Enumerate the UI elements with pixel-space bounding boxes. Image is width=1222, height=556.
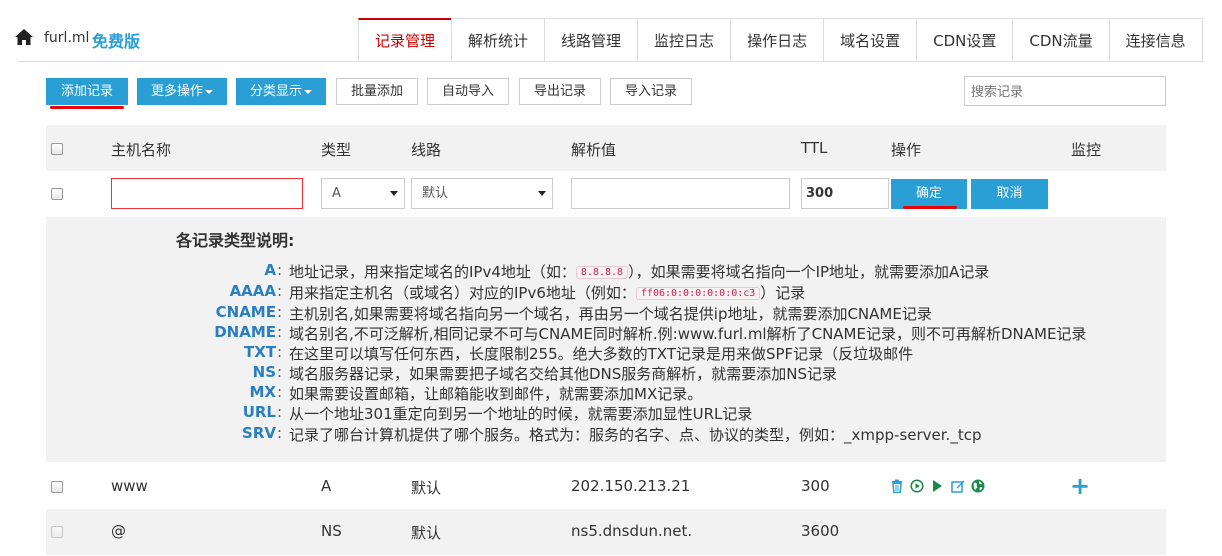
record-type-desc: 域名服务器记录，如果需要把子域名交给其他DNS服务商解析，就需要添加NS记录: [289, 365, 838, 383]
record-type-desc: 如果需要设置邮箱，让邮箱能收到邮件，就需要添加MX记录。: [289, 385, 703, 403]
help-title: 各记录类型说明:: [176, 231, 295, 250]
help-item-ns: NS : 域名服务器记录，如果需要把子域名交给其他DNS服务商解析，就需要添加N…: [252, 363, 838, 383]
record-type-desc-tail: ）记录: [760, 284, 806, 302]
tab-monitor-log[interactable]: 监控日志: [637, 18, 732, 62]
dropdown-arrow-icon: [538, 191, 546, 196]
help-item-srv: SRV : 记录了哪台计算机提供了哪个服务。格式为：服务的名字、点、协议的类型，…: [242, 424, 982, 444]
tab-cdn-traffic[interactable]: CDN流量: [1012, 18, 1110, 62]
record-type-value: A: [332, 186, 341, 201]
add-row-checkbox[interactable]: [51, 188, 63, 200]
code-example: 8.8.8.8: [575, 266, 629, 279]
globe-icon[interactable]: [971, 479, 985, 493]
edition-label: 免费版: [92, 32, 141, 51]
col-value: 解析值: [571, 141, 617, 159]
record-type-desc: 域名别名,不可泛解析,相同记录不可与CNAME同时解析.例:www.furl.m…: [289, 325, 1087, 343]
record-type-desc: 用来指定主机名（或域名）对应的IPv6地址（例如：: [289, 284, 636, 302]
row-checkbox[interactable]: [51, 481, 63, 493]
import-records-button[interactable]: 导入记录: [610, 78, 692, 105]
auto-import-button[interactable]: 自动导入: [427, 78, 509, 105]
record-type-name: A: [264, 261, 276, 279]
code-example: ff06:0:0:0:0:0:0:c3: [635, 287, 761, 300]
caret-down-icon: [304, 89, 312, 94]
record-type-name: URL: [242, 403, 276, 421]
col-actions: 操作: [891, 141, 922, 159]
col-line: 线路: [411, 141, 442, 159]
dropdown-arrow-icon: [390, 191, 398, 196]
record-type-name: CNAME: [215, 303, 276, 321]
help-item-url: URL : 从一个地址301重定向到另一个地址的时候，就需要添加显性URL记录: [242, 403, 753, 423]
help-item-aaaa: AAAA : 用来指定主机名（或域名）对应的IPv6地址（例如： ff06:0:0…: [229, 282, 806, 302]
tab-line-management[interactable]: 线路管理: [544, 18, 639, 62]
tab-cdn-settings[interactable]: CDN设置: [916, 18, 1014, 62]
record-type-select[interactable]: A: [321, 178, 405, 209]
record-type: NS: [321, 522, 342, 540]
cancel-button[interactable]: 取消: [971, 179, 1048, 209]
record-type-desc: 地址记录，用来指定域名的IPv4地址（如：: [289, 263, 576, 281]
col-host: 主机名称: [111, 141, 172, 159]
record-ttl: 3600: [801, 522, 840, 540]
nav-tabs: 记录管理 解析统计 线路管理 监控日志 操作日志 域名设置 CDN设置 CDN流…: [358, 18, 1203, 62]
add-record-button[interactable]: 添加记录: [46, 78, 128, 105]
ttl-input[interactable]: 300: [801, 178, 889, 209]
batch-add-button[interactable]: 批量添加: [336, 78, 418, 105]
record-type-name: NS: [252, 363, 276, 381]
col-ttl: TTL: [801, 139, 828, 157]
record-type-name: AAAA: [229, 282, 276, 300]
record-type-name: TXT: [243, 343, 276, 361]
play-icon[interactable]: [930, 479, 944, 493]
help-item-txt: TXT : 在这里可以填写任何东西，长度限制255。绝大多数的TXT记录是用来做…: [243, 343, 914, 363]
help-item-dname: DNAME : 域名别名,不可泛解析,相同记录不可与CNAME同时解析.例:ww…: [214, 323, 1087, 343]
record-type-desc: 记录了哪台计算机提供了哪个服务。格式为：服务的名字、点、协议的类型，例如：_xm…: [289, 426, 982, 444]
tab-operation-log[interactable]: 操作日志: [730, 18, 825, 62]
page-header: furl.ml 免费版 记录管理 解析统计 线路管理 监控日志 操作日志 域名设…: [0, 0, 1222, 62]
record-type-desc: 从一个地址301重定向到另一个地址的时候，就需要添加显性URL记录: [289, 405, 753, 423]
export-records-button[interactable]: 导出记录: [519, 78, 601, 105]
tab-record-management[interactable]: 记录管理: [358, 18, 453, 62]
record-type-desc-tail: ），如果需要将域名指向一个IP地址，就需要添加A记录: [628, 263, 990, 281]
record-ttl: 300: [801, 477, 830, 495]
help-item-a: A : 地址记录，用来指定域名的IPv4地址（如： 8.8.8.8 ），如果需要将域…: [264, 261, 990, 281]
group-display-dropdown[interactable]: 分类显示: [236, 78, 326, 105]
tab-divider: [18, 61, 1204, 62]
add-monitor-plus-icon[interactable]: +: [1070, 474, 1090, 498]
edit-icon[interactable]: [951, 479, 965, 493]
record-host: www: [111, 477, 148, 495]
record-line: 默认: [411, 479, 442, 497]
domain-name: furl.ml: [44, 30, 90, 46]
home-icon[interactable]: [14, 28, 34, 46]
record-type-desc: 在这里可以填写任何东西，长度限制255。绝大多数的TXT记录是用来做SPF记录（…: [289, 345, 914, 363]
tab-domain-settings[interactable]: 域名设置: [823, 18, 918, 62]
more-actions-dropdown[interactable]: 更多操作: [137, 78, 227, 105]
record-value-input[interactable]: [571, 178, 790, 209]
record-host: @: [111, 522, 126, 540]
trash-icon[interactable]: [890, 479, 904, 493]
play-circle-icon[interactable]: [910, 479, 924, 493]
col-monitor: 监控: [1071, 141, 1102, 159]
host-name-input[interactable]: [111, 178, 303, 209]
row-checkbox: [51, 526, 63, 538]
record-type-name: MX: [249, 383, 277, 401]
confirm-button[interactable]: 确定: [891, 179, 967, 209]
tab-connection-info[interactable]: 连接信息: [1108, 18, 1203, 62]
annotation-underline: [903, 206, 957, 209]
help-item-cname: CNAME : 主机别名,如果需要将域名指向另一个域名，再由另一个域名提供ip地…: [215, 303, 932, 323]
tab-resolution-stats[interactable]: 解析统计: [451, 18, 546, 62]
record-value: ns5.dnsdun.net.: [571, 522, 693, 540]
search-input[interactable]: [964, 76, 1166, 106]
record-type: A: [321, 477, 332, 495]
col-type: 类型: [321, 141, 352, 159]
help-item-mx: MX : 如果需要设置邮箱，让邮箱能收到邮件，就需要添加MX记录。: [249, 383, 703, 403]
group-display-label: 分类显示: [249, 84, 302, 99]
record-value: 202.150.213.21: [571, 477, 691, 495]
line-value: 默认: [422, 186, 449, 201]
caret-down-icon: [205, 89, 213, 94]
record-type-name: SRV: [242, 424, 276, 442]
record-type-desc: 主机别名,如果需要将域名指向另一个域名，再由另一个域名提供ip地址，就需要添加C…: [289, 305, 932, 323]
line-select[interactable]: 默认: [411, 178, 553, 209]
record-line: 默认: [411, 524, 442, 542]
record-type-name: DNAME: [214, 323, 276, 341]
select-all-checkbox[interactable]: [51, 143, 63, 155]
annotation-underline: [50, 106, 124, 109]
more-actions-label: 更多操作: [150, 84, 203, 99]
